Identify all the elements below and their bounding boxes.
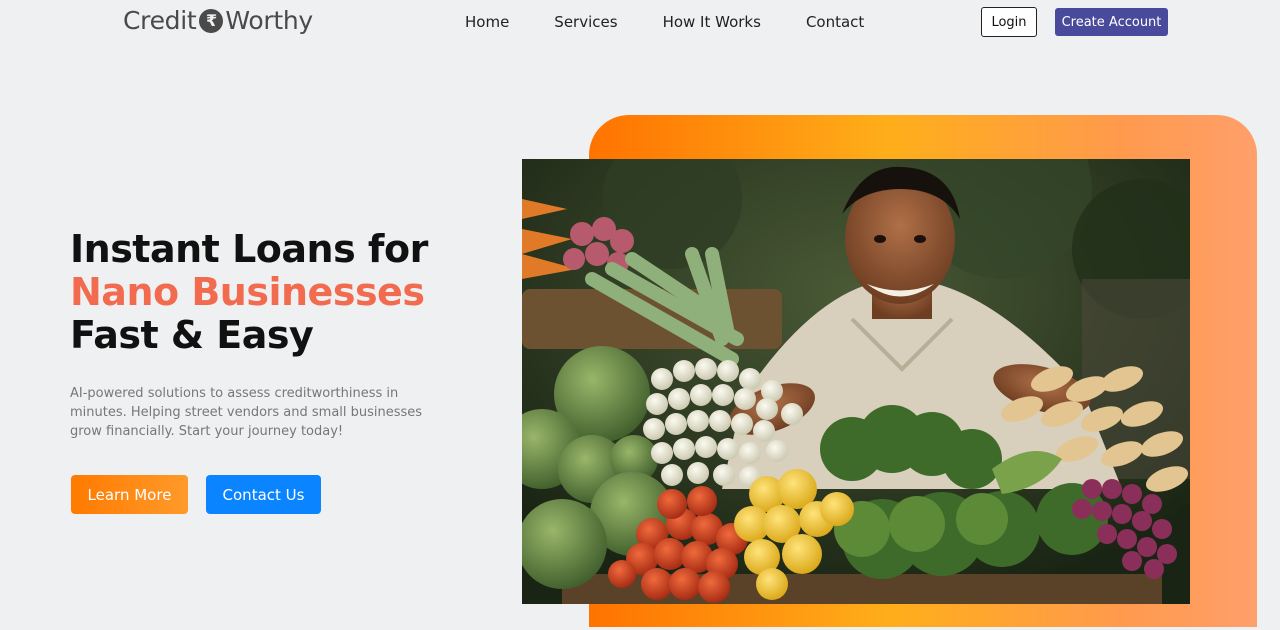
nav-contact[interactable]: Contact xyxy=(806,13,864,31)
contact-us-button[interactable]: Contact Us xyxy=(206,475,321,514)
hero-photo-vegetable-vendor xyxy=(522,159,1190,604)
hero-subtext: AI-powered solutions to assess creditwor… xyxy=(70,386,423,439)
learn-more-button[interactable]: Learn More xyxy=(71,475,188,514)
create-account-button[interactable]: Create Account xyxy=(1055,8,1168,36)
hero-headline: Instant Loans for Nano Businesses Fast &… xyxy=(70,228,428,357)
headline-line-1: Instant Loans for xyxy=(70,227,428,271)
vendor-illustration xyxy=(522,159,1190,604)
nav-services[interactable]: Services xyxy=(554,13,617,31)
nav-home[interactable]: Home xyxy=(465,13,509,31)
nav-how-it-works[interactable]: How It Works xyxy=(663,13,761,31)
site-header: Credit ₹ Worthy Home Services How It Wor… xyxy=(0,0,1280,46)
logo-text-left: Credit xyxy=(123,6,197,35)
logo[interactable]: Credit ₹ Worthy xyxy=(123,6,313,35)
headline-accent: Nano Businesses xyxy=(70,270,425,314)
page: Credit ₹ Worthy Home Services How It Wor… xyxy=(0,0,1280,630)
main-nav: Home Services How It Works Contact xyxy=(465,13,909,31)
headline-line-3: Fast & Easy xyxy=(70,313,314,357)
login-button[interactable]: Login xyxy=(981,7,1037,37)
rupee-coin-icon: ₹ xyxy=(199,8,224,33)
logo-text-right: Worthy xyxy=(225,6,313,35)
